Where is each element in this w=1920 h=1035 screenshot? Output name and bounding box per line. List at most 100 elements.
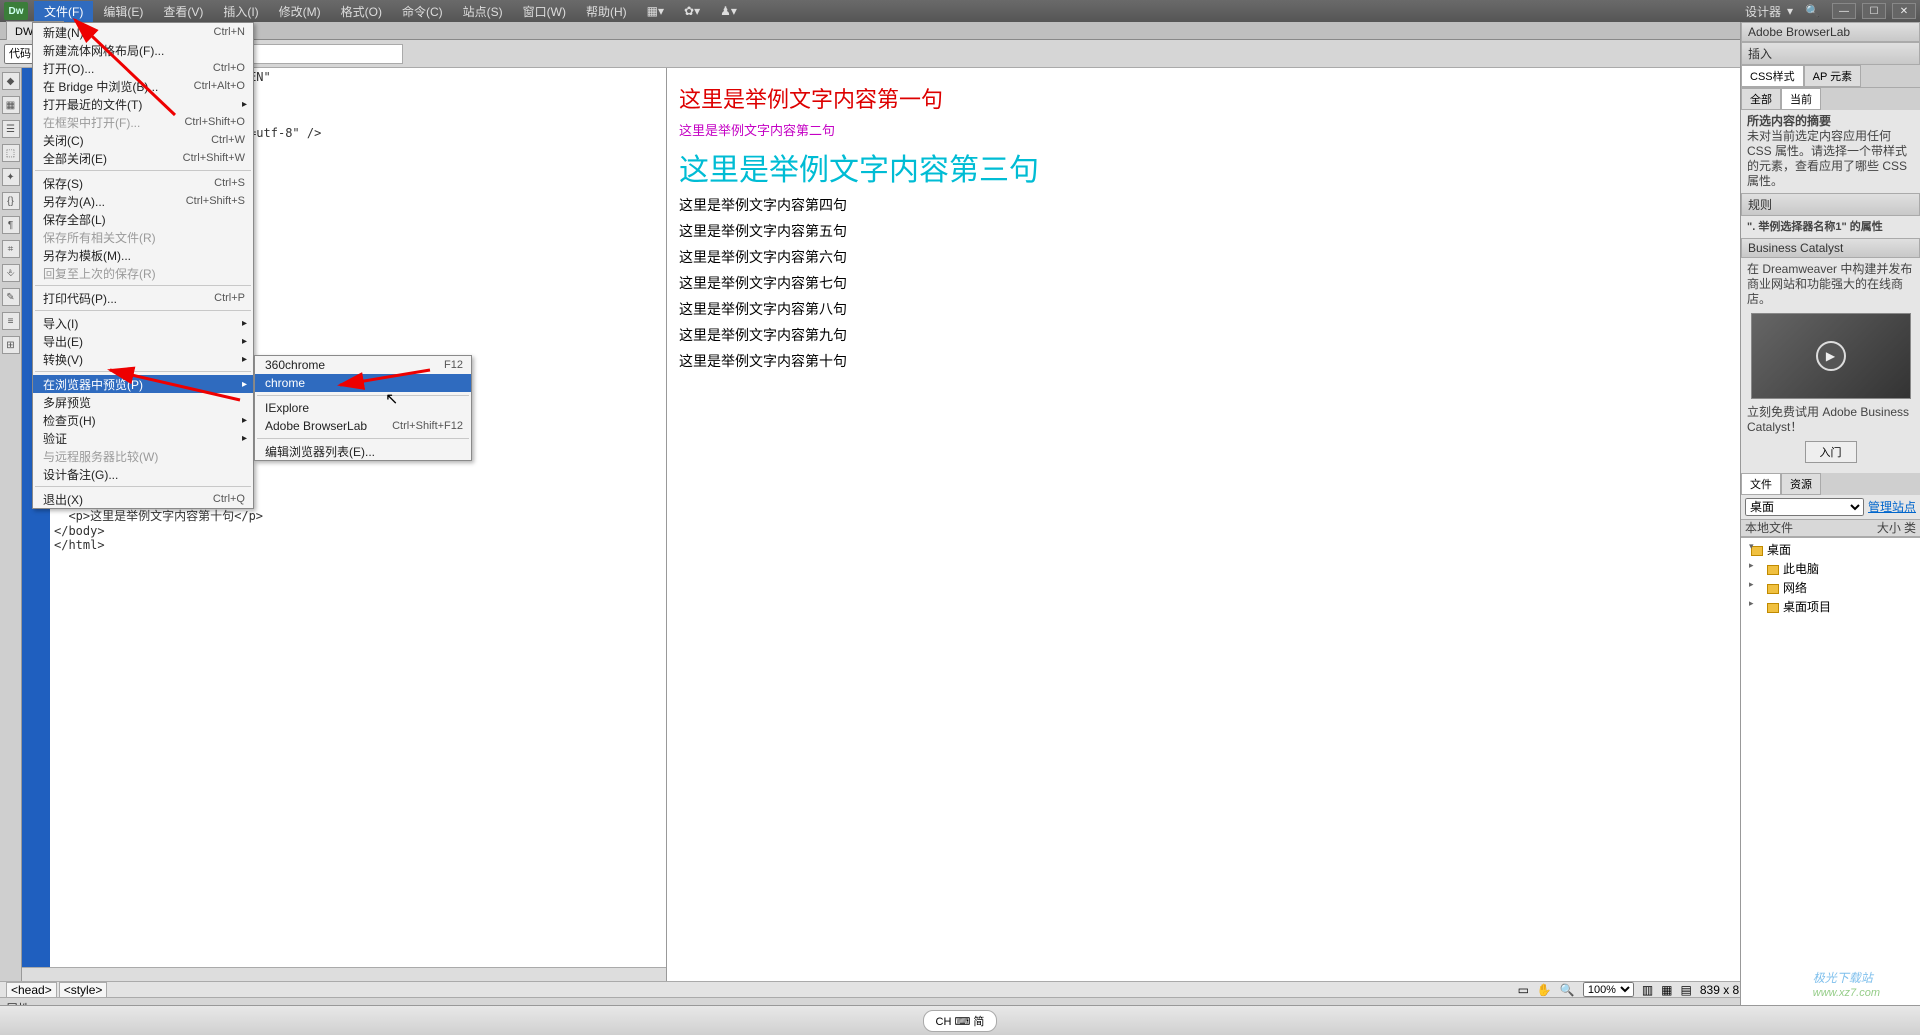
close-button[interactable]: ✕ — [1892, 3, 1916, 19]
rail-icon[interactable]: {} — [2, 192, 20, 210]
browserlab-title[interactable]: Adobe BrowserLab — [1741, 22, 1920, 42]
css-tab-styles[interactable]: CSS样式 — [1741, 65, 1804, 87]
layout-icon-1[interactable]: ▦▾ — [637, 2, 674, 20]
tree-node[interactable]: 桌面项目 — [1743, 597, 1918, 616]
file-tree[interactable]: 桌面此电脑网络桌面项目 — [1741, 537, 1920, 1012]
file-menu-item[interactable]: 转换(V)▸ — [33, 350, 253, 368]
rail-icon[interactable]: ¶ — [2, 216, 20, 234]
search-icon[interactable]: 🔍 — [1799, 4, 1826, 18]
file-menu-item[interactable]: 在 Bridge 中浏览(B)...Ctrl+Alt+O — [33, 77, 253, 95]
menu-修改(M)[interactable]: 修改(M) — [269, 1, 331, 22]
rail-icon[interactable]: ⌗ — [2, 240, 20, 258]
tag-crumb[interactable]: <head> — [6, 982, 57, 998]
rail-icon[interactable]: ◆ — [2, 72, 20, 90]
tag-crumb[interactable]: <style> — [59, 982, 108, 998]
file-menu-item[interactable]: 另存为(A)...Ctrl+Shift+S — [33, 192, 253, 210]
css-tab-ap[interactable]: AP 元素 — [1804, 65, 1862, 87]
design-paragraph[interactable]: 这里是举例文字内容第三句 — [679, 145, 1908, 189]
layout-icon-3[interactable]: ♟▾ — [710, 2, 747, 20]
dropdown-arrow-icon[interactable]: ▾ — [1787, 4, 1793, 18]
workspace-label[interactable]: 设计器 — [1745, 3, 1781, 20]
file-menu-item[interactable]: 新建流体网格布局(F)... — [33, 41, 253, 59]
file-menu-item[interactable]: 另存为模板(M)... — [33, 246, 253, 264]
manage-sites-link[interactable]: 管理站点 — [1868, 500, 1916, 514]
file-menu-item[interactable]: 保存全部(L) — [33, 210, 253, 228]
grid-icon[interactable]: ▦ — [1661, 983, 1672, 997]
rail-icon[interactable]: ✎ — [2, 288, 20, 306]
file-menu-item[interactable]: 检查页(H)▸ — [33, 411, 253, 429]
assets-tab[interactable]: 资源 — [1781, 473, 1821, 495]
design-paragraph[interactable]: 这里是举例文字内容第六句 — [679, 247, 1908, 267]
preview-browser-item[interactable]: IExplore — [255, 399, 471, 417]
menu-文件(F)[interactable]: 文件(F) — [34, 1, 93, 22]
rail-icon[interactable]: ✦ — [2, 168, 20, 186]
design-paragraph[interactable]: 这里是举例文字内容第八句 — [679, 299, 1908, 319]
file-menu-item[interactable]: 打印代码(P)...Ctrl+P — [33, 289, 253, 307]
file-menu-item[interactable]: 新建(N)...Ctrl+N — [33, 23, 253, 41]
rail-icon[interactable]: ⬚ — [2, 144, 20, 162]
preview-browser-item[interactable]: Adobe BrowserLabCtrl+Shift+F12 — [255, 417, 471, 435]
bc-video-thumb[interactable]: ▶ — [1751, 313, 1911, 399]
business-catalyst-title[interactable]: Business Catalyst — [1741, 238, 1920, 258]
rail-icon[interactable]: ≡ — [2, 312, 20, 330]
rules-title[interactable]: 规则 — [1741, 193, 1920, 216]
file-menu-item[interactable]: 全部关闭(E)Ctrl+Shift+W — [33, 149, 253, 167]
file-menu-item[interactable]: 关闭(C)Ctrl+W — [33, 131, 253, 149]
menu-编辑(E)[interactable]: 编辑(E) — [93, 1, 153, 22]
rail-icon[interactable]: ⎀ — [2, 264, 20, 282]
rail-icon[interactable]: ⊞ — [2, 336, 20, 354]
file-menu-item[interactable]: 多屏预览 — [33, 393, 253, 411]
files-tab[interactable]: 文件 — [1741, 473, 1781, 495]
zoom-select[interactable]: 100% — [1583, 982, 1634, 997]
file-menu-item[interactable]: 保存(S)Ctrl+S — [33, 174, 253, 192]
design-paragraph[interactable]: 这里是举例文字内容第四句 — [679, 195, 1908, 215]
file-menu-item[interactable]: 在浏览器中预览(P)▸ — [33, 375, 253, 393]
zoom-icon[interactable]: 🔍 — [1560, 983, 1575, 997]
insert-panel-title[interactable]: 插入 — [1741, 42, 1920, 65]
design-paragraph[interactable]: 这里是举例文字内容第十句 — [679, 351, 1908, 371]
file-menu-item[interactable]: 打开最近的文件(T)▸ — [33, 95, 253, 113]
css-sub-current[interactable]: 当前 — [1781, 88, 1821, 110]
preview-browser-item[interactable]: 360chromeF12 — [255, 356, 471, 374]
minimize-button[interactable]: — — [1832, 3, 1856, 19]
design-paragraph[interactable]: 这里是举例文字内容第七句 — [679, 273, 1908, 293]
design-paragraph[interactable]: 这里是举例文字内容第九句 — [679, 325, 1908, 345]
css-sub-all[interactable]: 全部 — [1741, 88, 1781, 110]
file-menu-item[interactable]: 打开(O)...Ctrl+O — [33, 59, 253, 77]
menu-命令(C)[interactable]: 命令(C) — [392, 1, 453, 22]
design-paragraph[interactable]: 这里是举例文字内容第五句 — [679, 221, 1908, 241]
horizontal-scrollbar[interactable] — [22, 967, 666, 981]
ime-indicator[interactable]: CH ⌨ 简 — [923, 1010, 998, 1032]
menu-插入(I)[interactable]: 插入(I) — [213, 1, 268, 22]
file-menu-item[interactable]: 退出(X)Ctrl+Q — [33, 490, 253, 508]
tree-node[interactable]: 网络 — [1743, 578, 1918, 597]
file-menu-item[interactable]: 导出(E)▸ — [33, 332, 253, 350]
menu-查看(V)[interactable]: 查看(V) — [153, 1, 213, 22]
ruler-icon[interactable]: ▥ — [1642, 983, 1653, 997]
file-menu-item[interactable]: 验证▸ — [33, 429, 253, 447]
design-view[interactable]: 这里是举例文字内容第一句这里是举例文字内容第二句这里是举例文字内容第三句这里是举… — [667, 68, 1920, 981]
file-menu-item[interactable]: 设计备注(G)... — [33, 465, 253, 483]
design-paragraph[interactable]: 这里是举例文字内容第一句 — [679, 82, 1908, 114]
maximize-button[interactable]: ☐ — [1862, 3, 1886, 19]
guides-icon[interactable]: ▤ — [1681, 983, 1692, 997]
col-local-files[interactable]: 本地文件 — [1745, 521, 1877, 535]
file-menu-item[interactable]: 导入(I)▸ — [33, 314, 253, 332]
rail-icon[interactable]: ☰ — [2, 120, 20, 138]
tree-node[interactable]: 桌面 — [1743, 540, 1918, 559]
menu-帮助(H)[interactable]: 帮助(H) — [576, 1, 637, 22]
preview-browser-item[interactable]: 编辑浏览器列表(E)... — [255, 442, 471, 460]
bc-start-button[interactable]: 入门 — [1805, 441, 1857, 463]
design-paragraph[interactable]: 这里是举例文字内容第二句 — [679, 120, 1908, 139]
layout-icon-2[interactable]: ✿▾ — [674, 2, 710, 20]
hand-icon[interactable]: ✋ — [1537, 983, 1552, 997]
col-size[interactable]: 大小 — [1877, 521, 1901, 535]
menu-格式(O)[interactable]: 格式(O) — [331, 1, 392, 22]
menu-站点(S)[interactable]: 站点(S) — [453, 1, 513, 22]
menu-窗口(W)[interactable]: 窗口(W) — [513, 1, 576, 22]
tree-node[interactable]: 此电脑 — [1743, 559, 1918, 578]
col-type[interactable]: 类 — [1904, 521, 1916, 535]
pointer-icon[interactable]: ▭ — [1518, 983, 1529, 997]
preview-browser-item[interactable]: chrome — [255, 374, 471, 392]
rail-icon[interactable]: ▦ — [2, 96, 20, 114]
